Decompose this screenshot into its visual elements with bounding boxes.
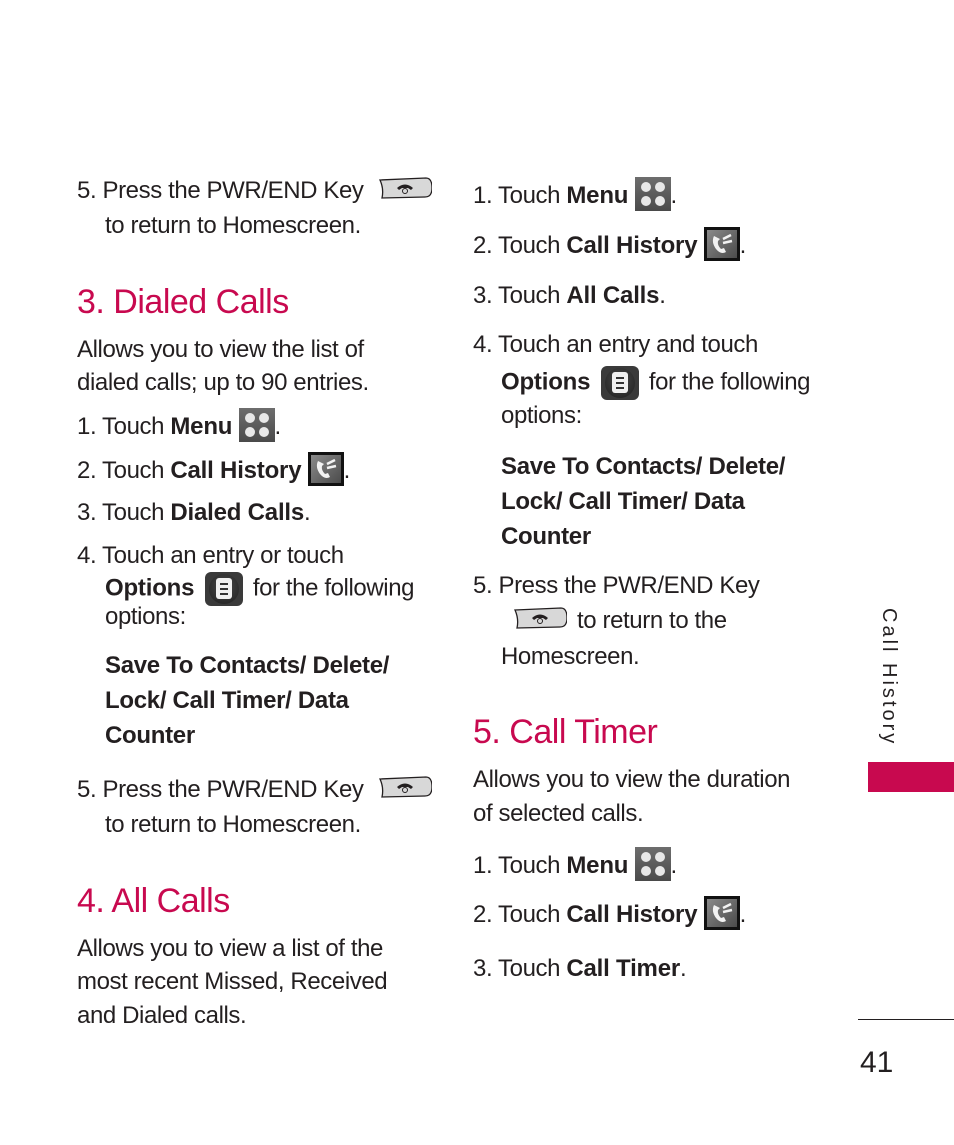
all-step-4-cont: Options for the following	[501, 366, 811, 400]
step-text: to return to the	[577, 607, 727, 634]
timer-step-3: 3. Touch Call Timer.	[473, 954, 687, 984]
timer-step-1: 1. Touch Menu .	[473, 846, 678, 881]
menu-label: Menu	[566, 182, 629, 209]
footer-divider	[858, 1019, 954, 1020]
dialed-step-4-options: options:	[105, 603, 186, 630]
step-text: 5. Press the PWR/END Key	[77, 177, 364, 204]
all-calls-desc-2: most recent Missed, Received	[77, 968, 388, 995]
options-list-line: Counter	[105, 722, 195, 749]
call-timer-desc-1: Allows you to view the duration	[473, 766, 791, 793]
dialed-step-4-cont: Options for the following	[105, 572, 415, 606]
step-text: 5. Press the PWR/END Key	[77, 776, 364, 803]
step-prefix: 1. Touch	[473, 852, 567, 879]
step-suffix: .	[304, 499, 311, 526]
end-call-key-icon	[513, 607, 568, 629]
all-options-list: Save To Contacts/ Delete/ Lock/ Call Tim…	[501, 449, 785, 554]
call-history-icon	[703, 226, 740, 261]
step-prefix: 3. Touch	[473, 955, 567, 982]
section-heading-all-calls: 4. All Calls	[77, 882, 230, 920]
page-number: 41	[860, 1046, 894, 1079]
menu-label: Menu	[566, 852, 629, 879]
section-heading-dialed-calls: 3. Dialed Calls	[77, 283, 289, 321]
call-history-label: Call History	[170, 457, 302, 484]
all-step-3: 3. Touch All Calls.	[473, 281, 666, 311]
all-calls-desc-1: Allows you to view a list of the	[77, 935, 384, 962]
dialed-step-2: 2. Touch Call History .	[77, 451, 351, 486]
step-suffix: .	[274, 413, 282, 440]
options-list-line: Counter	[501, 523, 591, 550]
call-history-label: Call History	[566, 901, 698, 928]
step-prefix: 3. Touch	[473, 282, 567, 309]
step-suffix: .	[659, 282, 666, 309]
menu-grid-icon	[634, 846, 671, 881]
step-suffix: .	[739, 901, 747, 928]
call-history-icon	[703, 895, 740, 930]
step-prefix: 1. Touch	[473, 182, 567, 209]
options-label: Options	[501, 368, 591, 396]
step-text: for the following	[252, 574, 415, 602]
step-5-prev-cont: to return to Homescreen.	[105, 212, 361, 239]
step-suffix: .	[739, 232, 747, 259]
dialed-step-1: 1. Touch Menu .	[77, 407, 282, 442]
all-step-4: 4. Touch an entry and touch	[473, 331, 758, 358]
side-tab-marker	[868, 762, 954, 792]
all-step-1: 1. Touch Menu .	[473, 176, 678, 211]
call-history-icon	[307, 451, 344, 486]
dialed-step-4: 4. Touch an entry or touch	[77, 542, 344, 569]
dialed-calls-desc-2: dialed calls; up to 90 entries.	[77, 369, 369, 396]
all-step-2: 2. Touch Call History .	[473, 226, 747, 261]
options-list-icon	[600, 366, 639, 400]
end-call-key-icon	[378, 776, 433, 798]
options-list-icon	[204, 572, 243, 606]
all-calls-desc-3: and Dialed calls.	[77, 1002, 247, 1029]
timer-step-2: 2. Touch Call History .	[473, 895, 747, 930]
call-timer-label: Call Timer	[566, 955, 680, 982]
step-suffix: .	[670, 182, 678, 209]
step-prefix: 2. Touch	[473, 901, 567, 928]
dialed-step-5: 5. Press the PWR/END Key	[77, 775, 433, 805]
all-step-5-cont: to return to the	[501, 606, 727, 636]
menu-label: Menu	[170, 413, 233, 440]
step-suffix: .	[679, 955, 687, 982]
menu-grid-icon	[634, 176, 671, 211]
step-prefix: 1. Touch	[77, 413, 171, 440]
options-label: Options	[105, 574, 195, 602]
options-list-line: Save To Contacts/ Delete/	[105, 652, 390, 679]
dialed-calls-label: Dialed Calls	[170, 499, 305, 526]
dialed-step-5-cont: to return to Homescreen.	[105, 811, 361, 838]
dialed-step-3: 3. Touch Dialed Calls.	[77, 498, 311, 528]
call-history-label: Call History	[566, 232, 698, 259]
step-suffix: .	[670, 852, 678, 879]
all-step-5: 5. Press the PWR/END Key	[473, 572, 760, 599]
options-list-line: Lock/ Call Timer/ Data	[105, 687, 349, 714]
menu-grid-icon	[238, 407, 275, 442]
dialed-options-list: Save To Contacts/ Delete/ Lock/ Call Tim…	[105, 648, 389, 753]
options-list-line: Lock/ Call Timer/ Data	[501, 488, 745, 515]
step-text: for the following	[648, 368, 811, 396]
options-list-line: Save To Contacts/ Delete/	[501, 453, 786, 480]
call-timer-desc-2: of selected calls.	[473, 800, 644, 827]
all-calls-label: All Calls	[566, 282, 660, 309]
end-call-key-icon	[378, 177, 433, 199]
step-prefix: 3. Touch	[77, 499, 171, 526]
step-suffix: .	[343, 457, 351, 484]
all-step-4-options: options:	[501, 402, 582, 429]
step-prefix: 2. Touch	[473, 232, 567, 259]
side-tab-label: Call History	[878, 608, 900, 747]
step-prefix: 2. Touch	[77, 457, 171, 484]
all-step-5-cont2: Homescreen.	[501, 643, 640, 670]
dialed-calls-desc-1: Allows you to view the list of	[77, 336, 364, 363]
section-heading-call-timer: 5. Call Timer	[473, 713, 658, 751]
step-5-prev: 5. Press the PWR/END Key	[77, 176, 433, 206]
